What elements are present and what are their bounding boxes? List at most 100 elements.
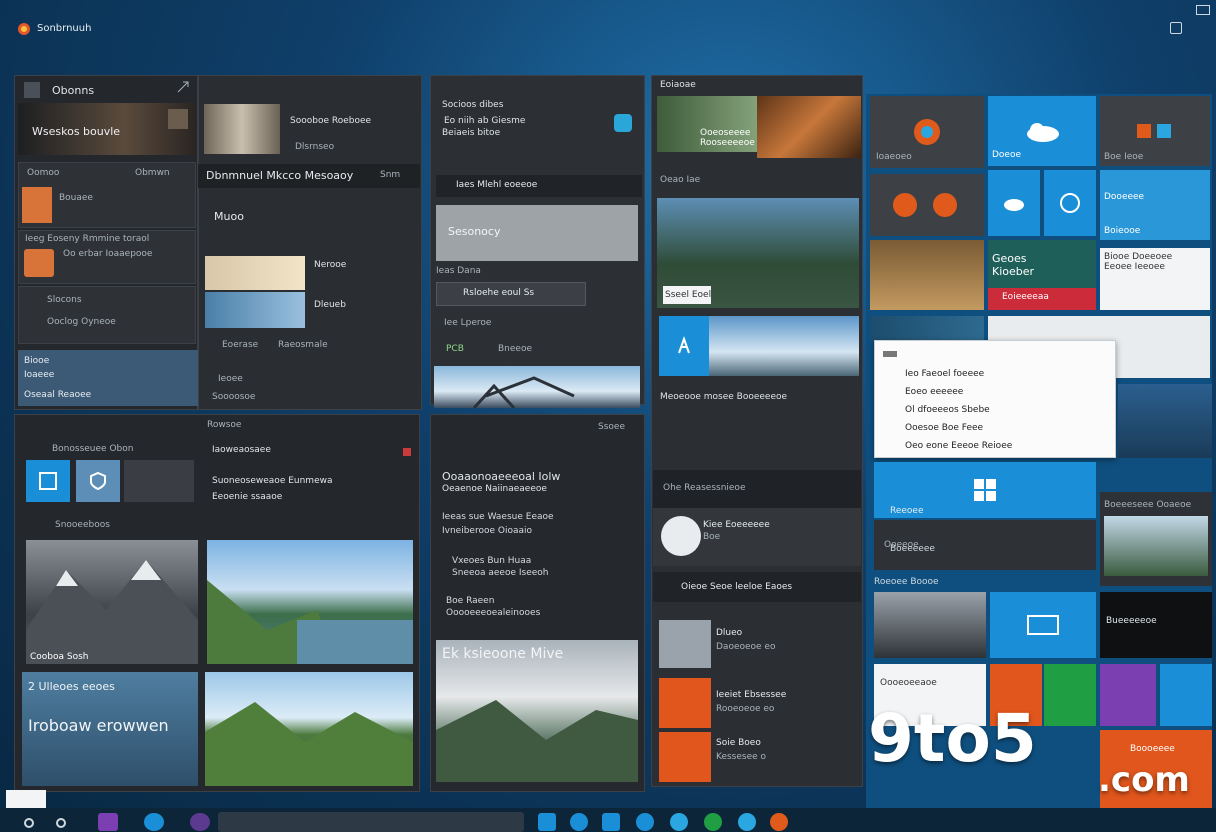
blue-card-line3: Oseaal Reaoee — [24, 390, 92, 400]
list-thumb-3 — [659, 732, 711, 782]
tile-mail[interactable] — [990, 592, 1096, 658]
tile-maps[interactable] — [1044, 170, 1096, 236]
tile-black-label: Bueeeeeoe — [1106, 616, 1157, 626]
tile-onenote[interactable] — [1100, 664, 1156, 726]
close-icon[interactable] — [403, 448, 411, 456]
expand-icon[interactable] — [176, 80, 190, 94]
item-a-thumb — [22, 187, 52, 223]
blue-card[interactable]: Biooe Ioaeee Oseaal Reaoee — [18, 350, 198, 406]
mail-icon[interactable] — [570, 813, 588, 831]
col4-list-sub: Rooeoeoe eo — [716, 704, 775, 714]
app-tile-shield[interactable] — [76, 460, 120, 502]
tile-sports[interactable]: Geoes Kioeber Eoieeeeaa — [988, 240, 1096, 310]
app-tile-blue[interactable] — [26, 460, 70, 502]
hero-image[interactable]: Wseskos bouvle — [18, 103, 196, 155]
photos-icon[interactable] — [636, 813, 654, 831]
coast-photo[interactable] — [709, 316, 859, 376]
tile-skype[interactable] — [1160, 664, 1212, 726]
lake-photo[interactable] — [207, 540, 413, 664]
item-c-line2: Ooclog Oyneoe — [47, 317, 116, 327]
app-icon[interactable] — [614, 114, 632, 132]
tile-orange-label: Boooeeee — [1130, 744, 1175, 754]
tile-games[interactable] — [870, 174, 984, 236]
restore-icon[interactable] — [1170, 22, 1182, 34]
news-icon[interactable] — [704, 813, 722, 831]
col4-list-title: Soie Boeo — [716, 738, 761, 748]
tile-onedrive[interactable]: Doeoe — [988, 96, 1096, 166]
big-card[interactable]: 2 Ulleoes eeoes Iroboaw erowwen — [22, 672, 198, 786]
tile-strip[interactable] — [870, 316, 984, 340]
col3-list-item[interactable]: Sneeoa aeeoe Iseeoh — [452, 568, 549, 578]
hills-photo[interactable] — [205, 672, 413, 786]
col3-list-item[interactable]: Ieeas sue Waesue Eeaoe — [442, 512, 554, 522]
settings-icon[interactable] — [738, 813, 756, 831]
canyon-photo[interactable] — [757, 96, 861, 158]
col3-label: Ssoee — [598, 422, 625, 432]
app-icon-purple[interactable] — [98, 813, 118, 831]
col3-row-mid: Rsloehe eoul Ss — [463, 288, 535, 298]
tree-photo[interactable] — [434, 366, 640, 408]
col4-list-title: Dlueo — [716, 628, 743, 638]
mid-header-right: Snm — [380, 170, 401, 180]
mountain-photo-1[interactable] — [26, 540, 198, 664]
blue-card-line1: Biooe — [24, 356, 50, 366]
col4-list-sub: Daoeoeoe eo — [716, 642, 776, 652]
tile-photos[interactable]: Boeeeseee Ooaeoe — [1100, 492, 1212, 586]
tile-office[interactable]: Boe Ieoe — [1100, 96, 1210, 166]
window-button-icon[interactable] — [1196, 5, 1210, 15]
start-section-label: Roeoee Boooe — [874, 577, 939, 587]
tile-news[interactable]: Dooeeee Boieooe — [1100, 170, 1210, 240]
taskbar-widget[interactable] — [6, 790, 46, 808]
tile-tree[interactable] — [874, 592, 986, 658]
tile-white[interactable]: Biooe Doeeoee Eeoee Ieeoee — [1100, 248, 1210, 310]
dim-card[interactable]: Kiee Eoeeeeee Boe — [653, 508, 861, 566]
task-view-icon[interactable] — [56, 818, 66, 828]
desert-photo[interactable] — [205, 256, 305, 290]
context-menu-item[interactable]: Ooesoe Boe Feee — [905, 423, 983, 433]
col3-row-mid-bar[interactable]: Rsloehe eoul Ss — [436, 282, 586, 306]
arch-photo[interactable] — [204, 104, 280, 154]
search-icon[interactable] — [24, 818, 34, 828]
tile-xbox[interactable] — [1044, 664, 1096, 726]
search-box[interactable] — [218, 812, 524, 832]
context-menu-item[interactable]: Ol dfoeeeos Sbebe — [905, 405, 990, 415]
big-card-line1: 2 Ulleoes eeoes — [28, 680, 115, 693]
context-menu-item[interactable]: Ieo Faeoel foeeee — [905, 369, 984, 379]
tile-photo-dog[interactable] — [870, 240, 984, 310]
chrome-icon[interactable] — [670, 813, 688, 831]
card-sub: Snooeeboos — [55, 520, 110, 530]
cortana-icon[interactable] — [144, 813, 164, 831]
mid-top-text: Soooboe Roeboee — [290, 116, 372, 126]
col4-blue-caption: Meoeooe mosee Booeeeeoe — [660, 392, 788, 402]
app-tile-edge[interactable] — [659, 316, 709, 376]
app-tile-image[interactable] — [124, 460, 194, 502]
playlist-bar[interactable]: Oieoe Seoe leeloe Eaoes — [653, 572, 861, 602]
edge-icon[interactable] — [538, 813, 556, 831]
col3-list-item[interactable]: Ooooeeeoealeinooes — [446, 608, 540, 618]
browser-icon[interactable] — [190, 813, 210, 831]
col4-section: Oeao Iae — [660, 175, 701, 185]
context-menu-item[interactable]: Eoeo eeeeee — [905, 387, 963, 397]
tile-photos-label: Boeeeseee Ooaeoe — [1104, 500, 1192, 510]
grey-box[interactable]: Sesonocy — [436, 205, 638, 261]
col4-list-sub: Kessesee o — [716, 752, 767, 762]
item-card-c[interactable]: Slocons Ooclog Oyneoe — [18, 286, 196, 344]
item-c-line1: Slocons — [47, 295, 82, 305]
item-card-a[interactable]: Oomoo Obmwn Bouaee — [18, 162, 196, 228]
col3-row-title: Ieas Dana — [436, 266, 481, 276]
tray-icon[interactable] — [770, 813, 788, 831]
tile-weather[interactable] — [988, 170, 1040, 236]
item-card-b[interactable]: Ieeg Eoseny Rmmine toraol Oo erbar Ioaae… — [18, 230, 196, 284]
context-menu-item[interactable]: Oeo eone Eeeoe Reioee — [905, 441, 1012, 451]
tile-waterfall[interactable] — [1118, 384, 1212, 458]
store-icon[interactable] — [602, 813, 620, 831]
landscape-photo[interactable]: Sseel Eoel — [657, 198, 859, 308]
col3-list-item[interactable]: Boe Raeen — [446, 596, 494, 606]
tile-black[interactable]: Bueeeeeoe — [1100, 592, 1212, 658]
col3-list-item[interactable]: Ivneiberooe Oioaaio — [442, 526, 532, 536]
tile-1[interactable]: Ioaeoeo — [870, 96, 984, 168]
col3-list-item[interactable]: Vxeoes Bun Huaa — [452, 556, 531, 566]
sky-photo[interactable] — [205, 292, 305, 328]
col4-dim-card-sub: Boe — [703, 532, 721, 542]
mid-mid1: Ieoee — [218, 374, 243, 384]
